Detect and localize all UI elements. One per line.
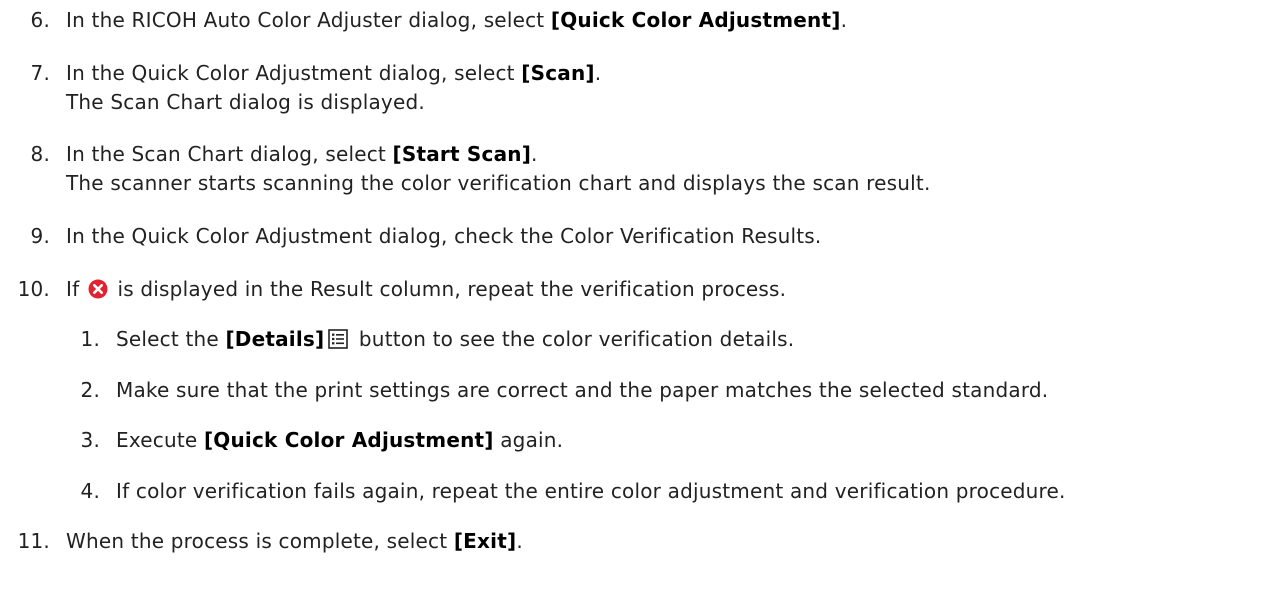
step-10-pre: If: [66, 277, 86, 301]
step-10-number: 10.: [17, 277, 50, 301]
step-6-text: In the RICOH Auto Color Adjuster dialog,…: [66, 6, 847, 34]
step-7-bold: [Scan]: [521, 61, 595, 85]
step-11-text: When the process is complete, select [Ex…: [66, 527, 523, 555]
step-11-number: 11.: [17, 529, 50, 553]
step-8-text: In the Scan Chart dialog, select [Start …: [66, 140, 538, 168]
substep-3-bold: [Quick Color Adjustment]: [203, 428, 494, 452]
step-6-pre: In the RICOH Auto Color Adjuster dialog,…: [66, 8, 551, 32]
substep-2-text: Make sure that the print settings are co…: [116, 378, 1049, 402]
error-circle-icon: [88, 279, 108, 299]
substep-3-post: again.: [493, 428, 564, 452]
substep-1-bold: [Details]: [225, 327, 325, 351]
substep-1-post: button to see the color verification det…: [352, 327, 795, 351]
details-list-icon: [328, 329, 349, 349]
substep-4-number: 4.: [80, 479, 100, 503]
step-7-pre: In the Quick Color Adjustment dialog, se…: [66, 61, 522, 85]
step-8-result: The scanner starts scanning the color ve…: [66, 171, 931, 195]
step-7-post: .: [594, 61, 602, 85]
substep-1-text: Select the [Details] button to see the c…: [116, 325, 794, 353]
step-7-result: The Scan Chart dialog is displayed.: [66, 90, 425, 114]
step-9-number: 9.: [30, 224, 50, 248]
step-11-pre: When the process is complete, select: [66, 529, 454, 553]
substep-2-number: 2.: [80, 378, 100, 402]
step-10-post: is displayed in the Result column, repea…: [110, 277, 787, 301]
substep-3-number: 3.: [80, 428, 100, 452]
substep-3-text: Execute [Quick Color Adjustment] again.: [116, 426, 563, 454]
step-11-bold: [Exit]: [453, 529, 517, 553]
step-8-bold: [Start Scan]: [392, 142, 532, 166]
step-9-text: In the Quick Color Adjustment dialog, ch…: [66, 224, 822, 248]
step-6-bold: [Quick Color Adjustment]: [550, 8, 841, 32]
substep-1-pre: Select the: [116, 327, 226, 351]
step-7-text: In the Quick Color Adjustment dialog, se…: [66, 59, 601, 87]
step-6-post: .: [840, 8, 848, 32]
step-11-post: .: [516, 529, 523, 553]
step-6-number: 6.: [30, 8, 50, 32]
step-7-number: 7.: [30, 61, 50, 85]
substep-4-text: If color verification fails again, repea…: [116, 479, 1066, 503]
substep-1-number: 1.: [80, 327, 100, 351]
substep-3-pre: Execute: [116, 428, 204, 452]
step-8-post: .: [531, 142, 538, 166]
step-8-number: 8.: [30, 142, 50, 166]
step-8-pre: In the Scan Chart dialog, select: [66, 142, 393, 166]
step-10-text: If is displayed in the Result column, re…: [66, 275, 786, 303]
